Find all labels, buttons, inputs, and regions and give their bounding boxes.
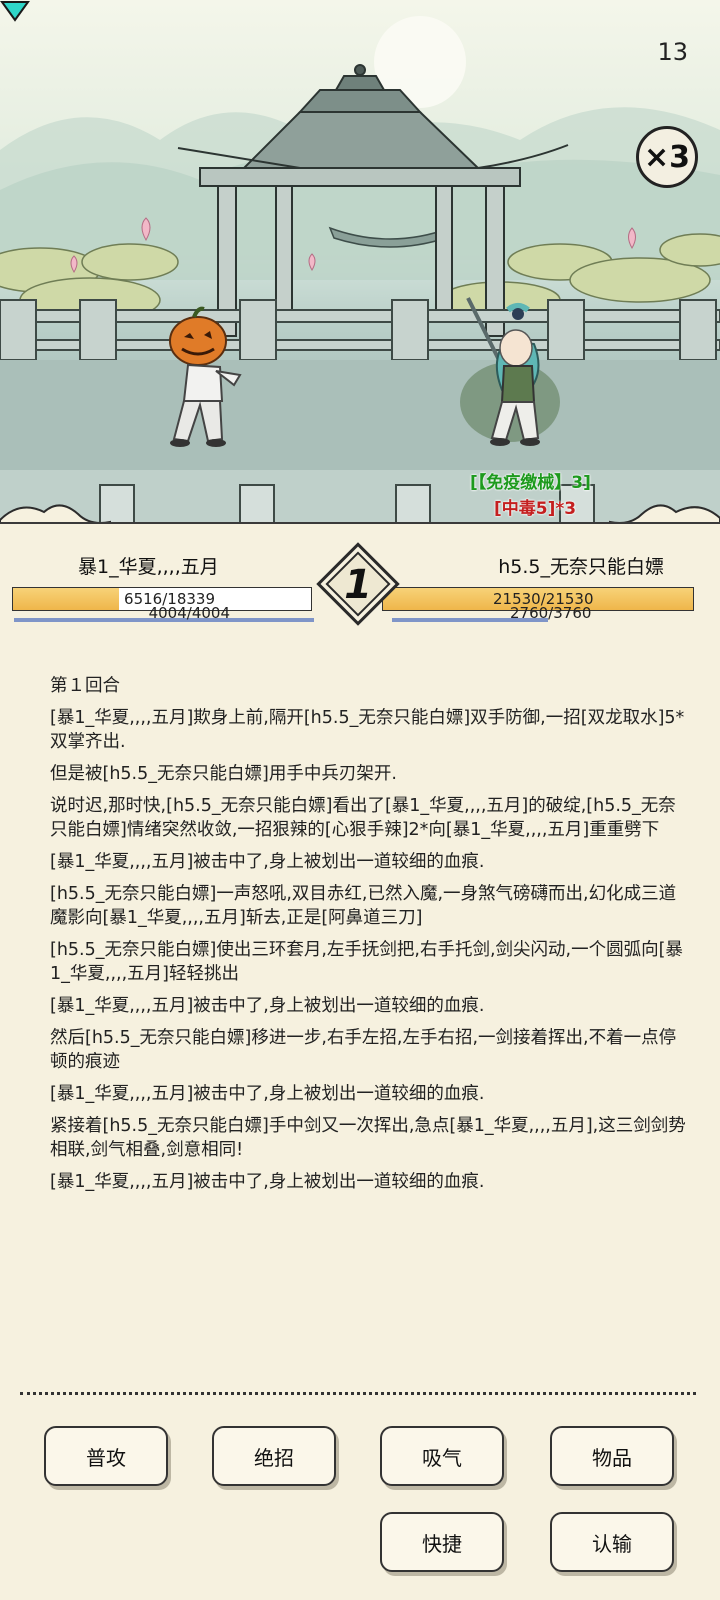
log-divider: [20, 1392, 696, 1395]
log-line: [暴1_华夏,,,,五月]被击中了,身上被划出一道较细的血痕.: [50, 1172, 485, 1192]
player-character: [169, 306, 242, 447]
items-button[interactable]: 物品: [550, 1426, 674, 1486]
target-marker-icon: [0, 0, 30, 22]
normal-attack-button[interactable]: 普攻: [44, 1426, 168, 1486]
log-line: 说时迟,那时快,[h5.5_无奈只能白嫖]看出了[暴1_华夏,,,,五月]的破绽…: [50, 796, 676, 840]
log-line: [暴1_华夏,,,,五月]被击中了,身上被划出一道较细的血痕.: [50, 852, 485, 872]
player-left-mp-bar: 4004/4004: [14, 604, 314, 624]
hp-fill: [13, 588, 119, 610]
shortcut-button[interactable]: 快捷: [380, 1512, 504, 1572]
round-heading: 第１回合: [50, 676, 120, 696]
log-line: [h5.5_无奈只能白嫖]一声怒吼,双目赤红,已然入魔,一身煞气磅礴而出,幻化成…: [50, 884, 677, 928]
player-name-right: h5.5_无奈只能白嫖: [498, 556, 664, 578]
status-effect-immunity: [【免疫缴械】3]: [470, 473, 591, 493]
mp-text: 2760/3760: [510, 604, 592, 622]
status-effect-poison: [中毒5]*3: [494, 499, 577, 519]
player-right-mp-bar: 2760/3760: [392, 604, 604, 624]
log-line: 紧接着[h5.5_无奈只能白嫖]手中剑又一次挥出,急点[暴1_华夏,,,,五月]…: [50, 1116, 686, 1160]
log-line: [暴1_华夏,,,,五月]被击中了,身上被划出一道较细的血痕.: [50, 996, 485, 1016]
enemy-character: [460, 297, 560, 446]
log-line: [h5.5_无奈只能白嫖]使出三环套月,左手抚剑把,右手托剑,剑尖闪动,一个圆弧…: [50, 940, 683, 984]
mp-text: 4004/4004: [148, 604, 230, 622]
breathe-button[interactable]: 吸气: [380, 1426, 504, 1486]
battle-log: 第１回合 [暴1_华夏,,,,五月]欺身上前,隔开[h5.5_无奈只能白嫖]双手…: [50, 674, 686, 1202]
log-line: 然后[h5.5_无奈只能白嫖]移进一步,右手左招,左手右招,一剑接着挥出,不着一…: [50, 1028, 677, 1072]
surrender-button[interactable]: 认输: [550, 1512, 674, 1572]
log-line: [暴1_华夏,,,,五月]欺身上前,隔开[h5.5_无奈只能白嫖]双手防御,一招…: [50, 708, 685, 752]
battle-scene: 13 ×3 [【免疫缴械】3] [中毒5]*3: [0, 0, 720, 540]
scene-background: [0, 16, 720, 540]
log-line: [暴1_华夏,,,,五月]被击中了,身上被划出一道较细的血痕.: [50, 1084, 485, 1104]
player-name-left: 暴1_华夏,,,,五月: [78, 556, 219, 578]
battle-timer: 13: [657, 38, 688, 66]
speed-toggle-button[interactable]: ×3: [636, 126, 698, 188]
ultimate-button[interactable]: 绝招: [212, 1426, 336, 1486]
log-line: 但是被[h5.5_无奈只能白嫖]用手中兵刃架开.: [50, 764, 397, 784]
round-number: 1: [344, 562, 372, 608]
